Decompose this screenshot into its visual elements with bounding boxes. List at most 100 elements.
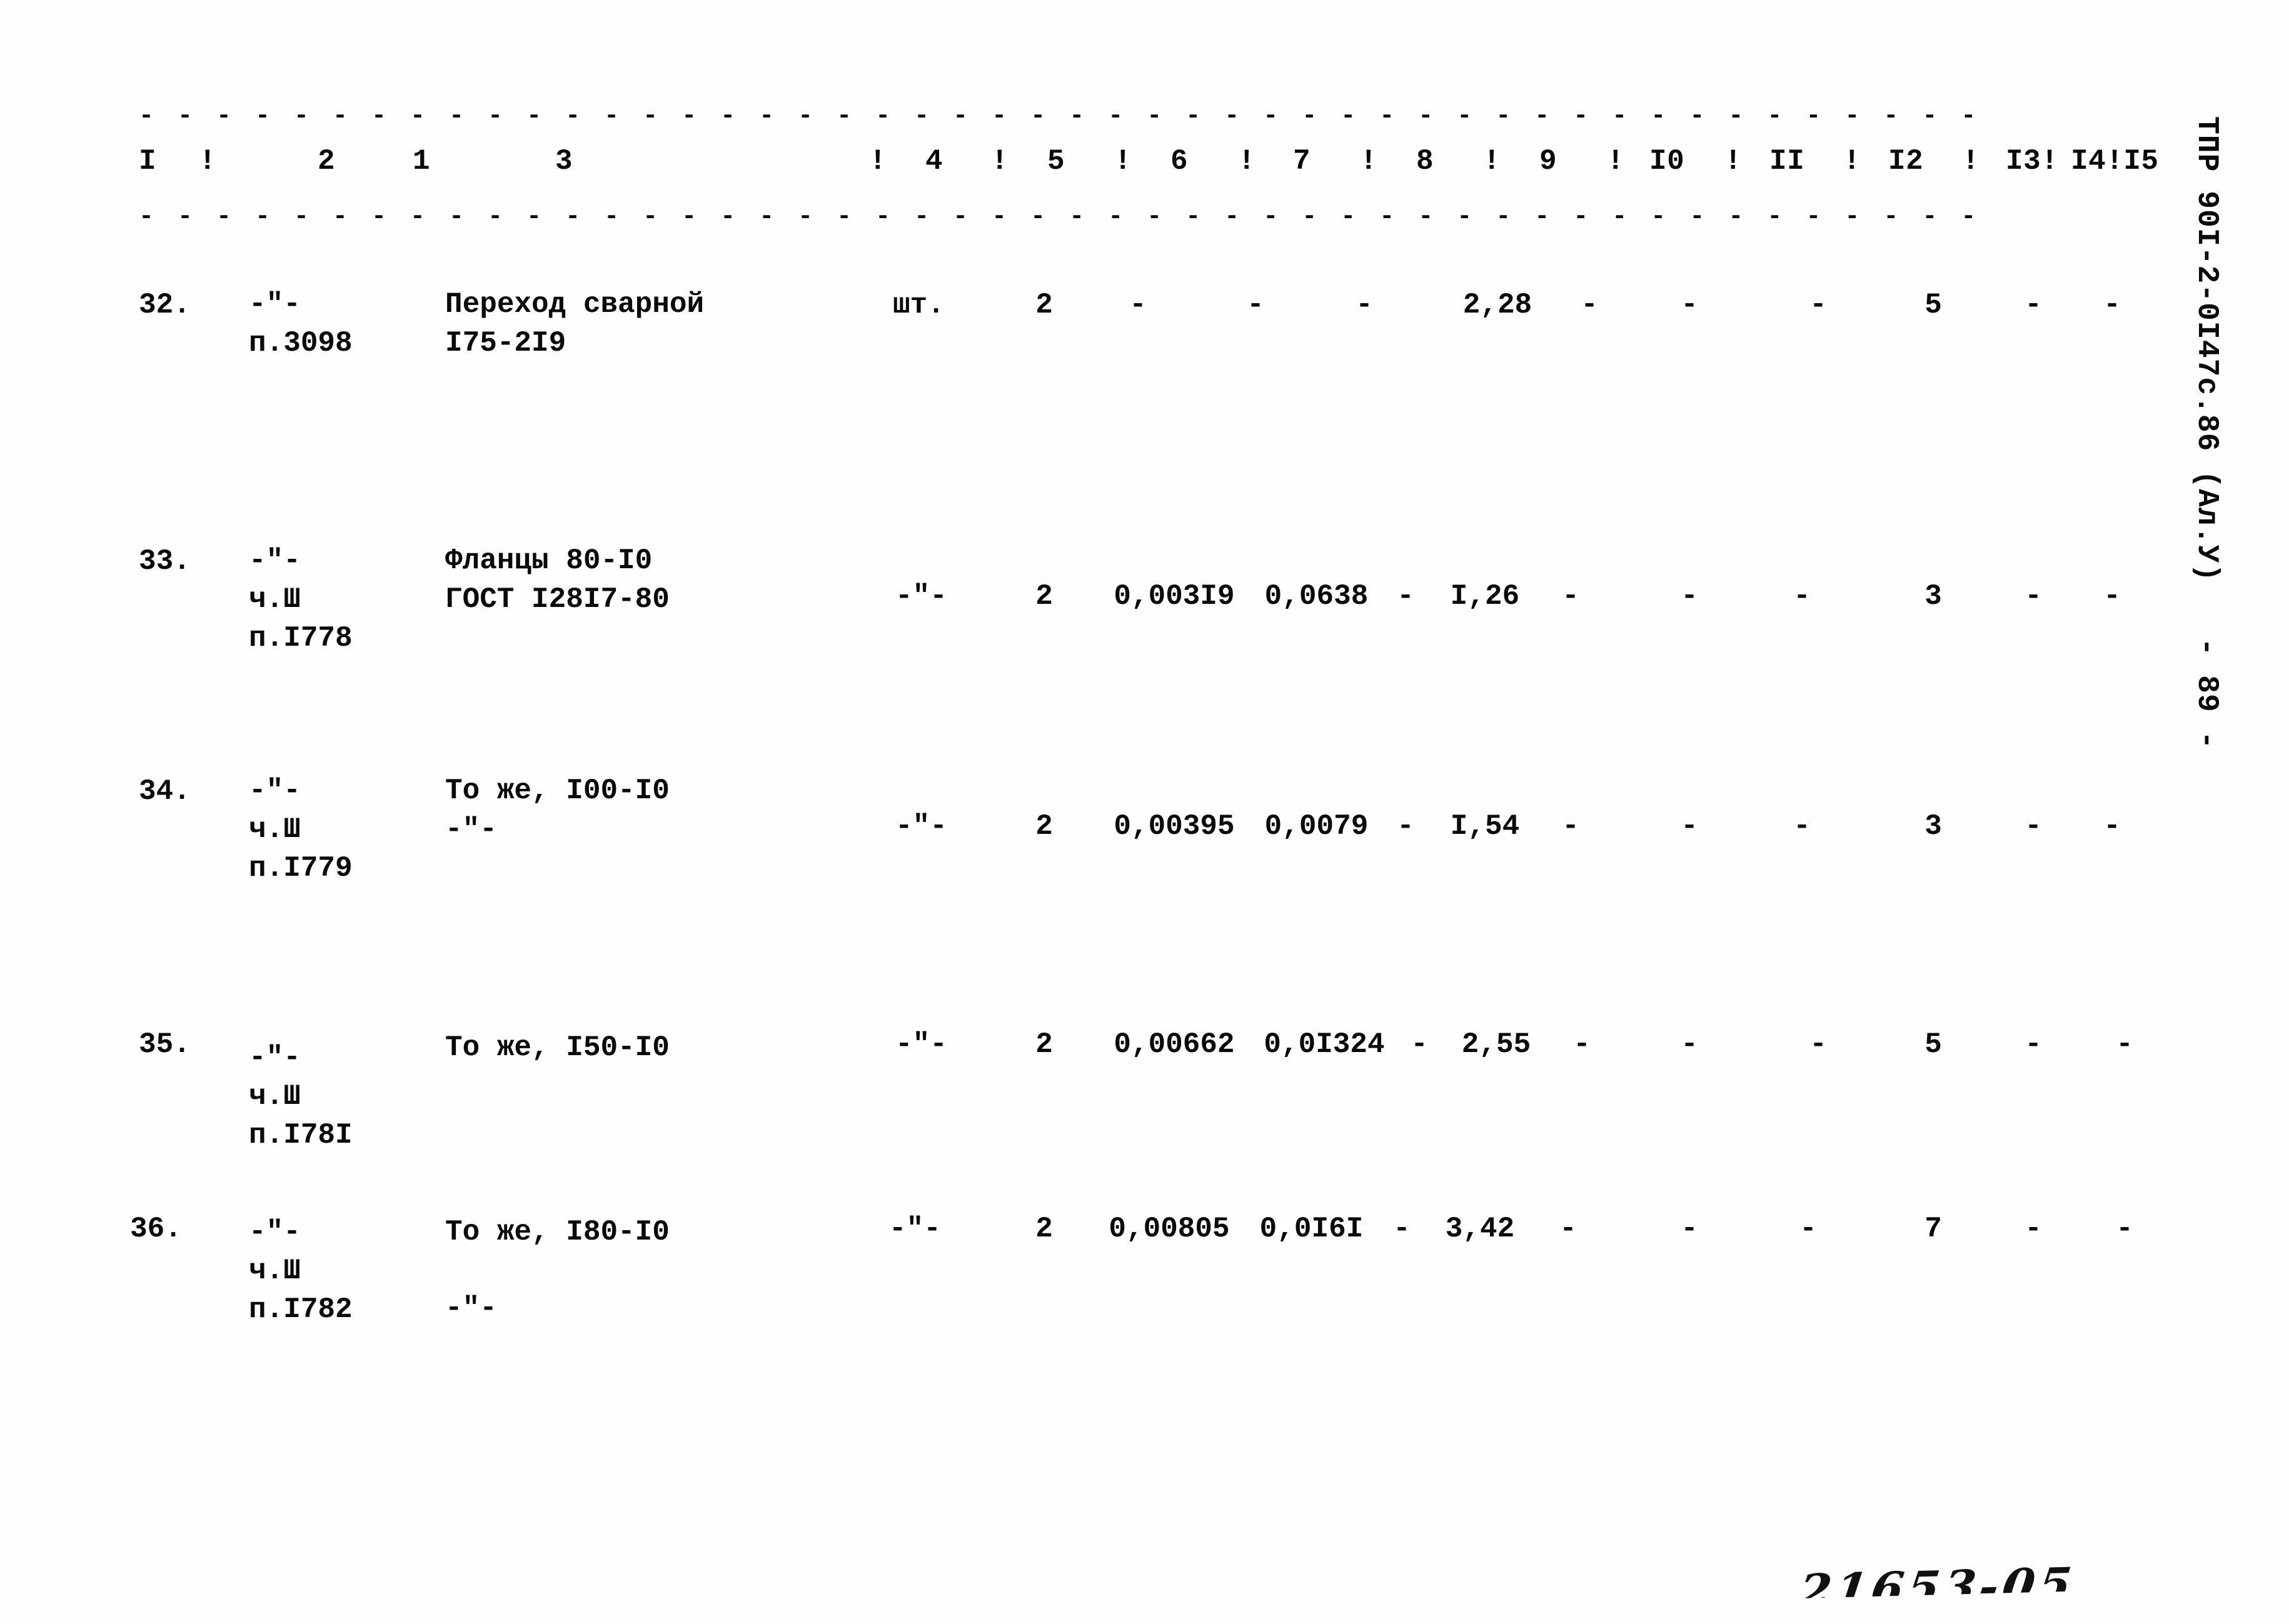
row-value-col10: - xyxy=(1573,1028,1591,1061)
column-header-sep-6: ! xyxy=(1238,145,1256,178)
row-value-col5: 2 xyxy=(1035,580,1053,613)
row-value-col5: 2 xyxy=(1035,1213,1053,1245)
column-header-10: I0 xyxy=(1649,145,1685,178)
row-value-col10: - xyxy=(1562,580,1579,613)
column-header-sep-4: ! xyxy=(991,145,1009,178)
column-header-14-15: I4!I5 xyxy=(2071,145,2159,178)
column-header-5: 5 xyxy=(1047,145,1065,178)
column-header-4: 4 xyxy=(925,145,943,178)
row-value-col11: - xyxy=(1681,810,1698,843)
row-value-col10: - xyxy=(1562,810,1579,843)
row-unit: -"- xyxy=(895,580,947,613)
row-value-col7: 0,0I6I xyxy=(1259,1213,1364,1245)
row-value-col11: - xyxy=(1681,1028,1698,1061)
row-description: То же, I50-I0 xyxy=(445,1031,670,1064)
row-value-col9: I,54 xyxy=(1450,810,1520,843)
row-unit: -"- xyxy=(895,1028,947,1061)
row-reference: -"- п.3098 xyxy=(249,288,353,359)
row-reference: -"- ч.Ш п.I779 xyxy=(249,774,353,885)
row-value-col10: - xyxy=(1581,289,1598,321)
row-value-col11: - xyxy=(1681,289,1698,321)
row-value-col12: - xyxy=(1809,1028,1827,1061)
table-top-rule: - - - - - - - - - - - - - - - - - - - - … xyxy=(139,103,1981,131)
row-value-col13: 3 xyxy=(1924,580,1942,613)
row-value-col12: - xyxy=(1793,580,1811,613)
row-value-col8: - xyxy=(1356,289,1373,321)
column-header-6: 6 xyxy=(1170,145,1189,178)
row-value-col12: - xyxy=(1809,289,1827,321)
handwritten-archive-mark: 21653-05 xyxy=(1795,1558,2078,1619)
row-value-col13: 3 xyxy=(1924,810,1942,843)
table-column-header-row: I ! 2 1 3 ! 4 ! 5 ! 6 ! 7 ! 8 ! 9 ! I0 !… xyxy=(0,145,2158,189)
column-header-sep-7: ! xyxy=(1360,145,1378,178)
column-header-sep-12: ! xyxy=(1962,145,1980,178)
row-value-col14: - xyxy=(2025,1213,2042,1245)
row-description-continuation: -"- xyxy=(445,1292,497,1325)
column-header-1: I xyxy=(139,145,157,178)
row-description: Переход сварной I75-2I9 xyxy=(445,288,705,359)
row-value-col7: 0,0I324 xyxy=(1264,1028,1385,1061)
row-value-col8: - xyxy=(1411,1028,1428,1061)
row-unit: -"- xyxy=(889,1213,941,1245)
row-reference: -"- ч.Ш п.I782 xyxy=(249,1216,353,1326)
row-value-col9: 2,55 xyxy=(1461,1028,1531,1061)
row-value-col13: 7 xyxy=(1924,1213,1942,1245)
column-header-3: 3 xyxy=(555,145,573,178)
column-header-sep-11: ! xyxy=(1843,145,1861,178)
row-value-col8: - xyxy=(1397,810,1414,843)
row-value-col14: - xyxy=(2025,810,2042,843)
row-description: То же, I80-I0 xyxy=(445,1216,670,1248)
column-header-sep-5: ! xyxy=(1114,145,1132,178)
row-value-col15: - xyxy=(2116,1028,2133,1061)
row-value-col10: - xyxy=(1559,1213,1577,1245)
column-header-sep-3: ! xyxy=(869,145,887,178)
row-value-col5: 2 xyxy=(1035,289,1053,321)
column-header-13: I3! xyxy=(2006,145,2059,178)
row-value-col15: - xyxy=(2103,810,2121,843)
row-value-col7: 0,0079 xyxy=(1264,810,1369,843)
row-value-col11: - xyxy=(1681,580,1698,613)
scanned-page: - - - - - - - - - - - - - - - - - - - - … xyxy=(0,0,2289,1624)
row-value-col14: - xyxy=(2025,289,2042,321)
row-value-col12: - xyxy=(1793,810,1811,843)
row-value-col13: 5 xyxy=(1924,289,1942,321)
row-number: 32. xyxy=(139,289,191,321)
column-header-11: II xyxy=(1769,145,1805,178)
column-header-8: 8 xyxy=(1416,145,1434,178)
document-identifier-vertical: ТПР 90I-2-0I47с.86 (Ал.У) - 89 - xyxy=(2190,116,2223,750)
row-reference: -"- ч.Ш п.I78I xyxy=(249,1041,353,1151)
row-value-col14: - xyxy=(2025,1028,2042,1061)
column-header-12: I2 xyxy=(1888,145,1924,178)
row-value-col15: - xyxy=(2103,289,2121,321)
row-value-col6: 0,00395 xyxy=(1114,810,1235,843)
row-value-col9: I,26 xyxy=(1450,580,1520,613)
row-unit: -"- xyxy=(895,810,947,843)
row-value-col6: 0,00805 xyxy=(1109,1213,1230,1245)
row-value-col5: 2 xyxy=(1035,810,1053,843)
row-number: 33. xyxy=(139,545,191,578)
row-value-col15: - xyxy=(2116,1213,2133,1245)
row-description: То же, I00-I0 -"- xyxy=(445,774,670,846)
row-value-col12: - xyxy=(1799,1213,1817,1245)
row-value-col6: - xyxy=(1129,289,1147,321)
row-value-col15: - xyxy=(2103,580,2121,613)
row-value-col7: - xyxy=(1247,289,1264,321)
row-unit: шт. xyxy=(893,289,945,321)
row-number: 36. xyxy=(130,1213,182,1245)
column-header-sep-1: ! xyxy=(199,145,217,178)
row-value-col5: 2 xyxy=(1035,1028,1053,1061)
row-value-col11: - xyxy=(1681,1213,1698,1245)
row-value-col8: - xyxy=(1393,1213,1411,1245)
column-header-2: 2 xyxy=(318,145,336,178)
row-value-col6: 0,003I9 xyxy=(1114,580,1235,613)
column-header-sep-9: ! xyxy=(1607,145,1625,178)
row-value-col9: 3,42 xyxy=(1445,1213,1515,1245)
column-header-9: 9 xyxy=(1539,145,1557,178)
row-number: 35. xyxy=(139,1028,191,1061)
row-reference: -"- ч.Ш п.I778 xyxy=(249,544,353,654)
column-header-sep-8: ! xyxy=(1483,145,1501,178)
row-value-col8: - xyxy=(1397,580,1414,613)
row-description: Фланцы 80-I0 ГОСТ I28I7-80 xyxy=(445,544,670,616)
row-number: 34. xyxy=(139,775,191,808)
row-value-col9: 2,28 xyxy=(1462,289,1532,321)
